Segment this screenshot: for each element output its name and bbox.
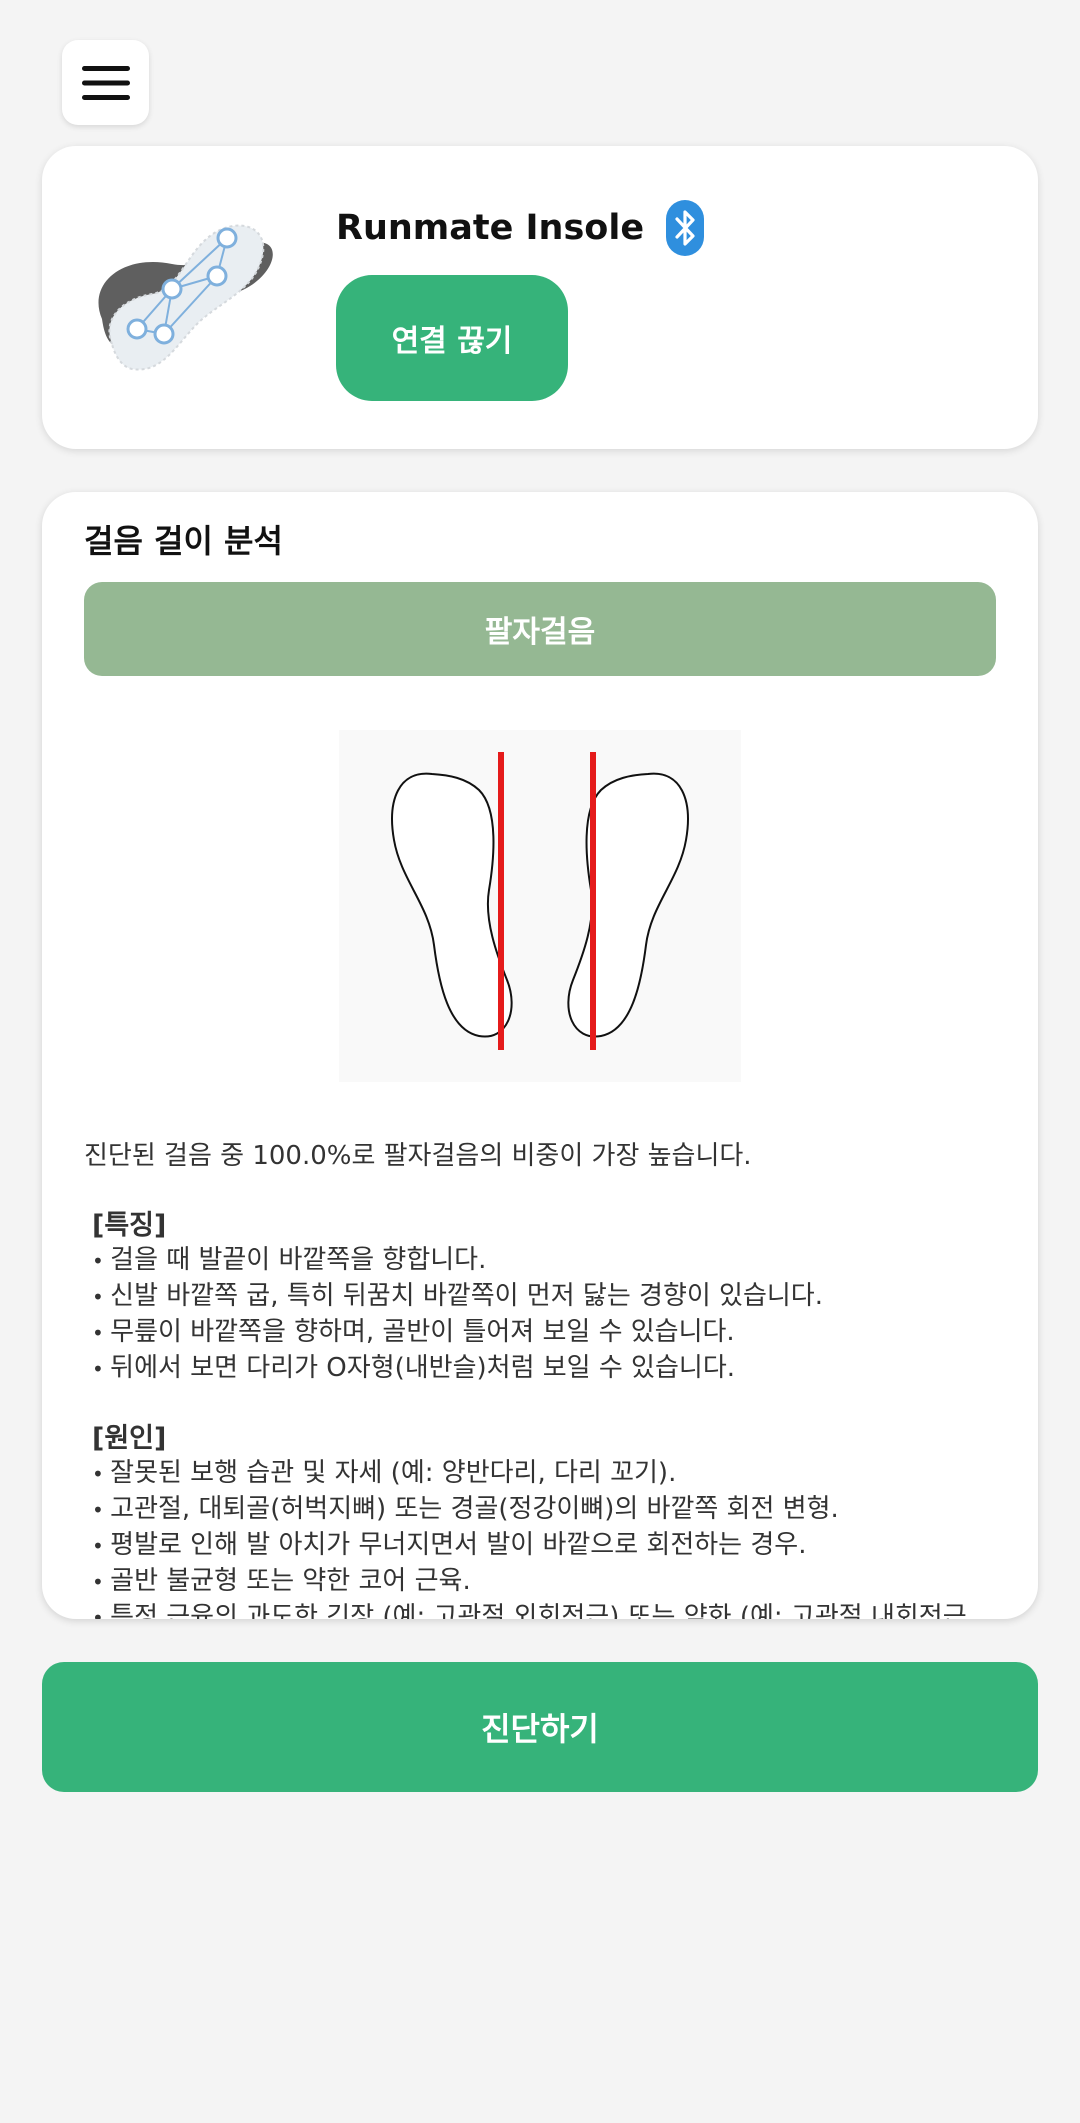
left-footprint [391,772,513,1038]
cause-item: 골반 불균형 또는 약한 코어 근육. [92,1564,1014,1600]
bluetooth-icon [666,200,705,256]
summary-text: 진단된 걸음 중 100.0%로 팔자걸음의 비중이 가장 높습니다. [84,1141,752,1171]
device-name: Runmate Insole [336,200,705,256]
cause-item: 잘못된 보행 습관 및 자세 (예: 양반다리, 다리 꼬기). [92,1456,1014,1492]
cause-item: 평발로 인해 발 아치가 무너지면서 발이 바깥으로 회전하는 경우. [92,1528,1014,1564]
device-name-label: Runmate Insole [336,208,645,248]
feature-item: 무릎이 바깥쪽을 향하며, 골반이 틀어져 보일 수 있습니다. [92,1315,1014,1351]
causes-heading: [원인] [92,1423,167,1454]
cause-item: 고관절, 대퇴골(허벅지뼈) 또는 경골(정강이뼈)의 바깥쪽 회전 변형. [92,1492,1014,1528]
cause-item: 특정 근육의 과도한 긴장 (예: 고관절 외회전근) 또는 약화 (예: 고관… [92,1600,1014,1619]
menu-button[interactable] [62,40,149,125]
hamburger-menu-icon [81,65,130,100]
smart-insole-image [98,224,273,371]
disconnect-button[interactable]: 연결 끊기 [336,275,568,401]
gait-analysis-card: 걸음 걸이 분석 팔자걸음 진단된 걸음 중 100.0%로 팔자걸음의 비중이… [42,492,1038,1619]
diagnose-button[interactable]: 진단하기 [42,1662,1038,1792]
right-footprint [567,772,689,1038]
features-heading: [특징] [92,1210,167,1241]
feature-item: 뒤에서 보면 다리가 O자형(내반슬)처럼 보일 수 있습니다. [92,1351,1014,1387]
feature-item: 신발 바깥쪽 굽, 특히 뒤꿈치 바깥쪽이 먼저 닳는 경향이 있습니다. [92,1279,1014,1315]
feature-item: 걸을 때 발끝이 바깥쪽을 향합니다. [92,1243,1014,1279]
feet-illustration [339,730,741,1082]
analysis-description: 진단된 걸음 중 100.0%로 팔자걸음의 비중이 가장 높습니다. [특징]… [84,1139,1014,1619]
gait-result-banner: 팔자걸음 [84,582,996,676]
device-card: Runmate Insole 연결 끊기 [42,146,1038,449]
section-title: 걸음 걸이 분석 [84,522,283,560]
